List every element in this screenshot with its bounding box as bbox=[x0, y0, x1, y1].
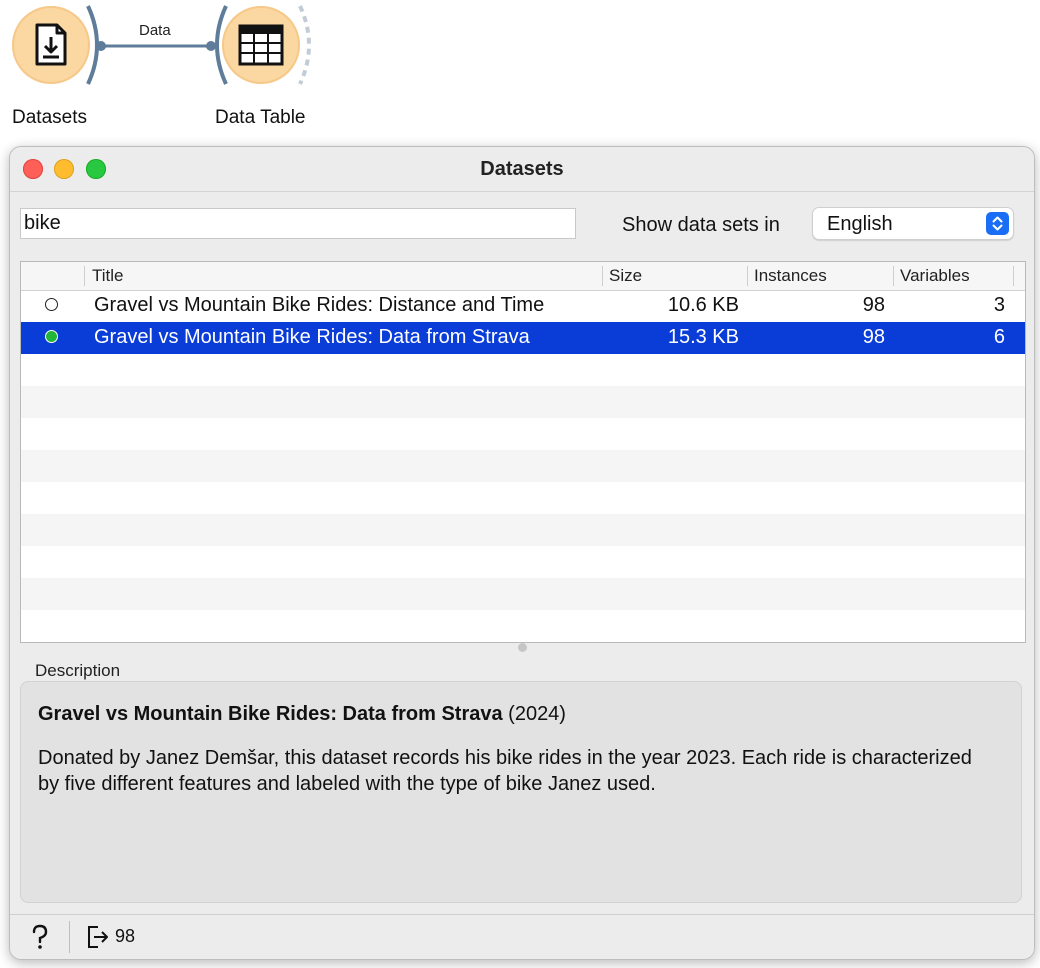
cell-instances: 98 bbox=[862, 294, 885, 316]
description-label: Description bbox=[35, 661, 121, 680]
local-status-indicator bbox=[45, 298, 58, 311]
language-select-value: English bbox=[827, 213, 893, 235]
local-status-indicator bbox=[45, 330, 58, 343]
empty-row bbox=[21, 386, 1025, 418]
description-title: Gravel vs Mountain Bike Rides: Data from… bbox=[38, 703, 503, 725]
language-label: Show data sets in bbox=[622, 214, 780, 236]
cell-size: 10.6 KB bbox=[667, 294, 739, 316]
output-arrow-icon[interactable] bbox=[86, 924, 110, 950]
link-label: Data bbox=[139, 22, 171, 39]
empty-row bbox=[21, 514, 1025, 546]
cell-title: Gravel vs Mountain Bike Rides: Data from… bbox=[94, 326, 530, 348]
empty-row bbox=[21, 482, 1025, 514]
output-count: 98 bbox=[115, 926, 136, 946]
title-bar[interactable]: Datasets bbox=[10, 147, 1034, 192]
column-separator[interactable] bbox=[1013, 266, 1014, 286]
datasets-node-label: Datasets bbox=[12, 107, 87, 128]
cell-variables: 3 bbox=[993, 294, 1005, 316]
cell-size: 15.3 KB bbox=[667, 326, 739, 348]
column-separator[interactable] bbox=[893, 266, 894, 286]
empty-row bbox=[21, 578, 1025, 610]
empty-row bbox=[21, 418, 1025, 450]
column-separator[interactable] bbox=[747, 266, 748, 286]
window-title: Datasets bbox=[480, 158, 564, 180]
table-row[interactable]: Gravel vs Mountain Bike Rides: Distance … bbox=[21, 290, 1025, 322]
description-box: Gravel vs Mountain Bike Rides: Data from… bbox=[20, 681, 1022, 903]
table-header: Title Size Instances Variables bbox=[21, 262, 1025, 291]
table-grid-icon bbox=[238, 24, 284, 66]
file-download-icon bbox=[35, 23, 67, 66]
column-header-size[interactable]: Size bbox=[609, 266, 642, 286]
empty-row bbox=[21, 354, 1025, 386]
search-input[interactable] bbox=[20, 208, 576, 239]
empty-row bbox=[21, 546, 1025, 578]
column-header-title[interactable]: Title bbox=[92, 266, 124, 286]
empty-row bbox=[21, 450, 1025, 482]
data-table-node[interactable] bbox=[204, 5, 324, 92]
cell-instances: 98 bbox=[862, 326, 885, 348]
description-heading: Gravel vs Mountain Bike Rides: Data from… bbox=[38, 703, 566, 726]
description-text: Donated by Janez Demšar, this dataset re… bbox=[38, 747, 972, 795]
output-port-dashed-arc[interactable] bbox=[298, 2, 322, 88]
description-year: (2024) bbox=[508, 703, 566, 725]
cell-variables: 6 bbox=[993, 326, 1005, 348]
datasets-window: Datasets Show data sets in English Title… bbox=[9, 146, 1035, 960]
data-table-node-label: Data Table bbox=[215, 107, 306, 128]
question-mark-icon[interactable] bbox=[29, 924, 51, 950]
cell-title: Gravel vs Mountain Bike Rides: Distance … bbox=[94, 294, 545, 316]
splitter-handle[interactable] bbox=[518, 643, 527, 652]
status-separator bbox=[69, 921, 70, 953]
table-row-selected[interactable]: Gravel vs Mountain Bike Rides: Data from… bbox=[21, 322, 1025, 354]
link-line[interactable] bbox=[96, 41, 216, 51]
updown-chevron-icon bbox=[986, 212, 1009, 235]
column-separator[interactable] bbox=[84, 266, 85, 286]
column-header-variables[interactable]: Variables bbox=[900, 266, 970, 286]
datasets-table[interactable]: Title Size Instances Variables Gravel vs… bbox=[20, 261, 1026, 643]
column-header-instances[interactable]: Instances bbox=[754, 266, 827, 286]
language-select[interactable]: English bbox=[812, 207, 1014, 240]
status-bar: 98 bbox=[10, 914, 1034, 959]
column-separator[interactable] bbox=[602, 266, 603, 286]
empty-row bbox=[21, 610, 1025, 642]
